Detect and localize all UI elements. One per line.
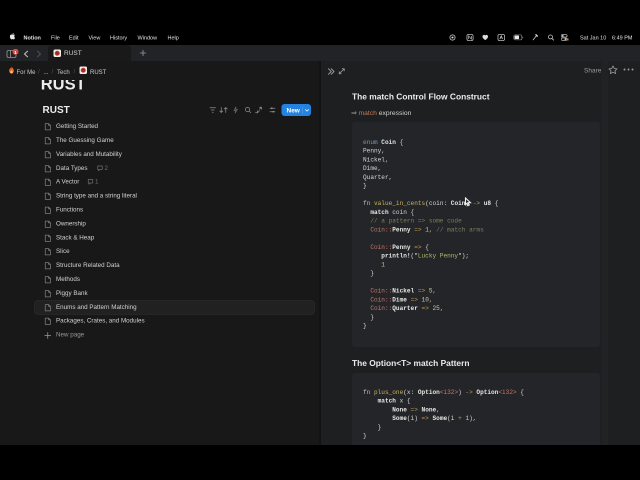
- svg-text:1: 1: [14, 50, 17, 56]
